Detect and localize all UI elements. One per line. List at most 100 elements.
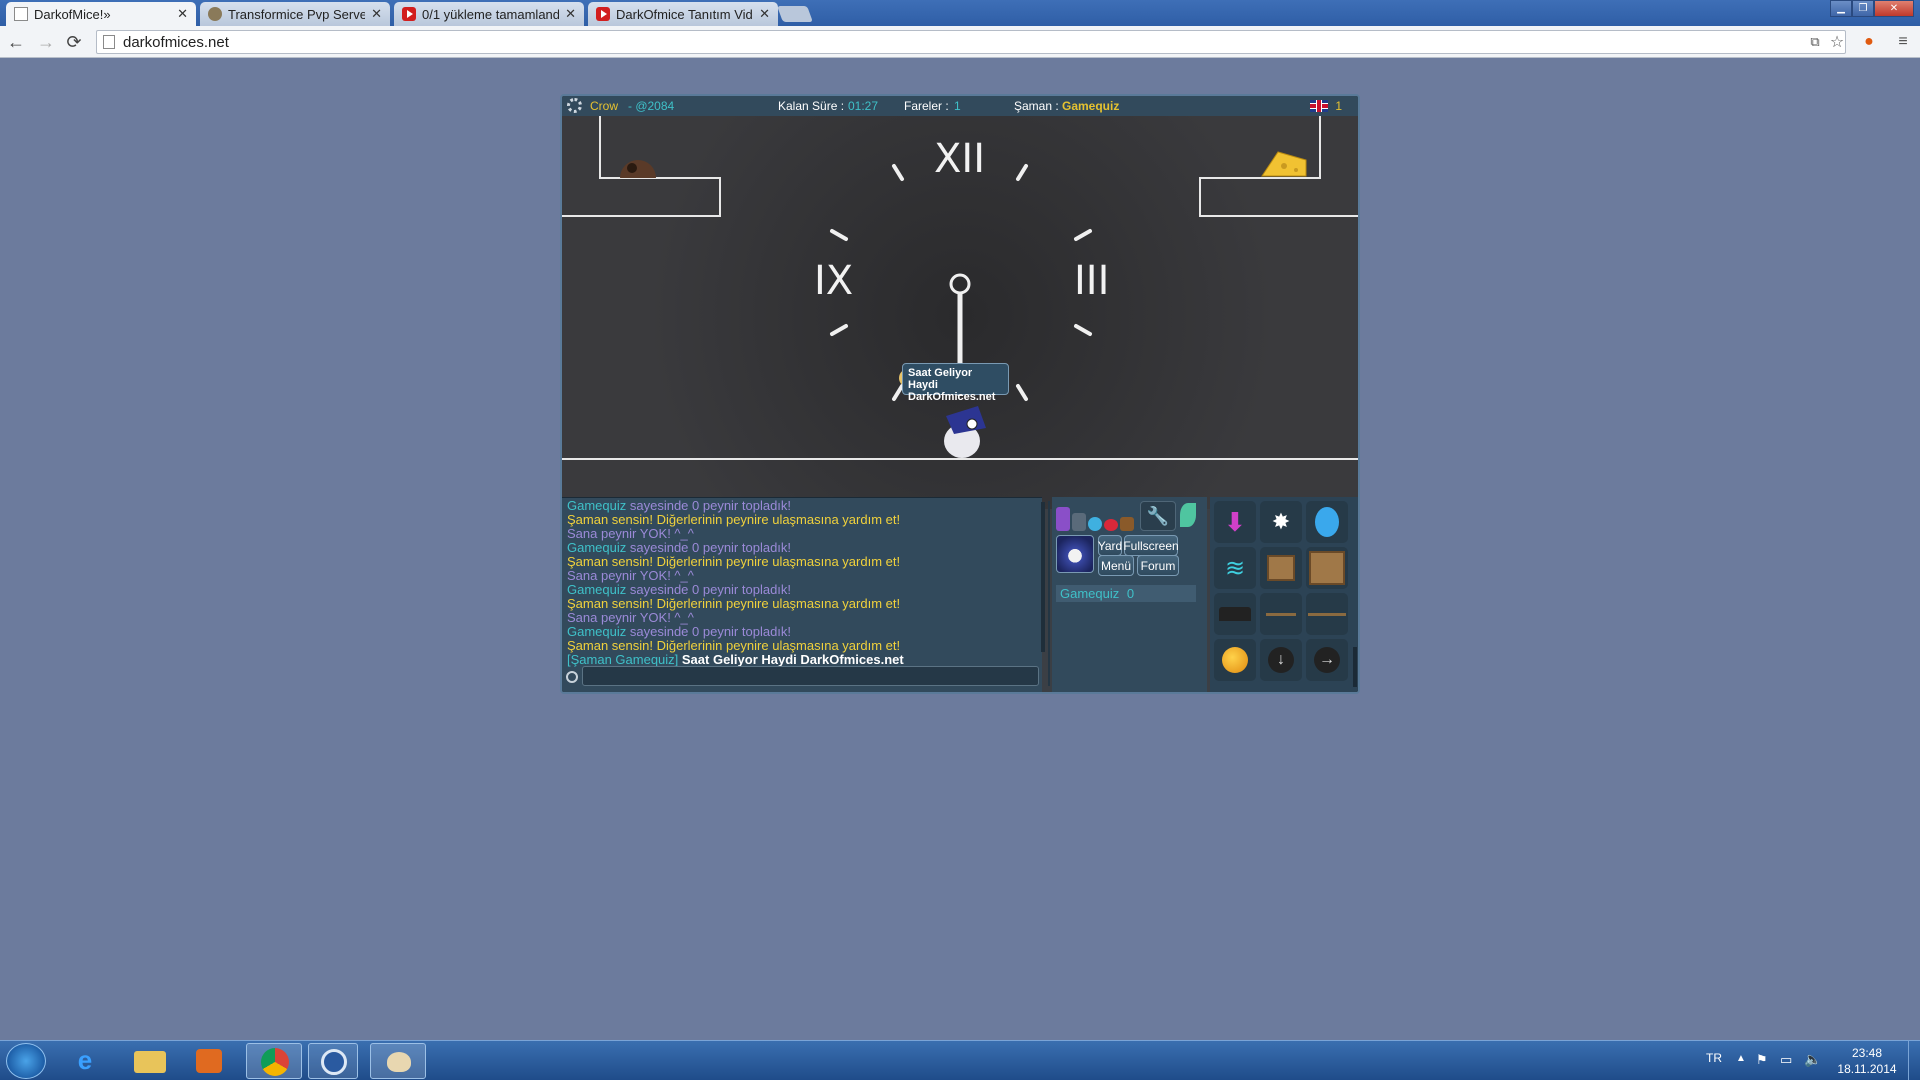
volume-tray-icon[interactable]: 🔈 xyxy=(1804,1051,1821,1068)
maximize-button[interactable]: ❐ xyxy=(1852,0,1874,17)
game-window[interactable]: Crow - @2084 Kalan Süre : 01:27 Fareler … xyxy=(560,94,1360,694)
help-button[interactable]: Yard xyxy=(1098,535,1122,556)
inventory-slot[interactable]: ⬇ xyxy=(1214,501,1256,543)
potion-icon[interactable] xyxy=(1056,507,1070,531)
start-button[interactable] xyxy=(6,1043,46,1079)
inventory-slot[interactable]: ✸ xyxy=(1260,501,1302,543)
clock-numeral-12: XII xyxy=(934,136,985,182)
browser-tab-strip: DarkofMice!» ✕ Transformice Pvp Serverla… xyxy=(0,0,1920,26)
chat-message-part: Sana peynir YOK! ^_^ xyxy=(567,611,694,625)
inventory-slot[interactable] xyxy=(1306,593,1348,635)
close-icon[interactable]: ✕ xyxy=(177,6,188,22)
tab-transformice[interactable]: Transformice Pvp Serverla ✕ xyxy=(200,2,390,26)
minimize-button[interactable]: ▁ xyxy=(1830,0,1852,17)
chat-message: [Şaman Gamequiz] Saat Geliyor Haydi Dark… xyxy=(567,653,1033,667)
page-icon xyxy=(14,7,28,21)
chat-input[interactable] xyxy=(582,666,1039,686)
translate-icon[interactable]: ⧉ xyxy=(1806,33,1824,51)
inventory-slot[interactable] xyxy=(1214,593,1256,635)
network-tray-icon[interactable]: ▭ xyxy=(1780,1052,1792,1068)
tab-youtube-upload[interactable]: 0/1 yükleme tamamlandı ✕ xyxy=(394,2,584,26)
wrench-icon[interactable]: 🔧 xyxy=(1140,501,1176,531)
tab-youtube-video[interactable]: DarkOfmice Tanıtım Video ✕ xyxy=(588,2,778,26)
tab-title: 0/1 yükleme tamamlandı xyxy=(422,6,560,22)
clock-numeral-3: III xyxy=(1074,258,1110,304)
inventory-slot[interactable] xyxy=(1260,593,1302,635)
inventory-slot[interactable] xyxy=(1306,501,1348,543)
chat-message-part: Gamequiz xyxy=(567,541,627,555)
chat-message-part: Sana peynir YOK! ^_^ xyxy=(567,527,694,541)
forum-button[interactable]: Forum xyxy=(1137,555,1179,576)
tab-darkofmice[interactable]: DarkofMice!» ✕ xyxy=(6,2,196,26)
close-icon[interactable]: ✕ xyxy=(759,6,770,22)
uk-flag-icon[interactable] xyxy=(1310,100,1328,112)
menu-button[interactable]: Menü xyxy=(1098,555,1134,576)
close-icon[interactable]: ✕ xyxy=(565,6,576,22)
clock-tick xyxy=(892,164,904,181)
gear-icon[interactable] xyxy=(567,98,582,113)
ie-icon[interactable]: e xyxy=(68,1045,102,1077)
clock-tick xyxy=(1074,229,1092,241)
clock-tick xyxy=(892,384,904,401)
inventory-slot[interactable] xyxy=(1260,547,1302,589)
player-list-item[interactable]: Gamequiz 0 xyxy=(1056,585,1196,602)
bottle-icon[interactable] xyxy=(1072,513,1086,531)
reload-button[interactable]: ⟳ xyxy=(64,32,84,52)
language-indicator[interactable]: TR xyxy=(1706,1051,1722,1065)
url-text: darkofmices.net xyxy=(123,33,229,51)
fullscreen-button[interactable]: Fullscreen xyxy=(1123,535,1179,556)
forward-button[interactable]: → xyxy=(36,32,56,52)
chat-message: Şaman sensin! Diğerlerinin peynire ulaşm… xyxy=(567,555,1033,569)
drop-icon[interactable] xyxy=(1088,517,1102,531)
close-window-button[interactable]: ✕ xyxy=(1874,0,1914,17)
mouse-hole-icon xyxy=(620,160,656,178)
inventory-scrollbar[interactable] xyxy=(1353,647,1357,687)
chest-icon[interactable] xyxy=(1120,517,1134,531)
inventory-slot[interactable] xyxy=(1306,547,1348,589)
extension-icon[interactable]: ● xyxy=(1860,33,1878,51)
inventory-slot[interactable] xyxy=(1214,639,1256,681)
close-icon[interactable]: ✕ xyxy=(371,6,382,22)
explorer-icon[interactable] xyxy=(134,1051,166,1073)
tray-expand-icon[interactable]: ▲ xyxy=(1736,1053,1746,1064)
chat-message-part: Gamequiz xyxy=(567,625,627,639)
show-desktop-button[interactable] xyxy=(1908,1041,1920,1080)
mice-value: 1 xyxy=(954,99,961,113)
chat-message-part: sayesinde 0 peynir topladık! xyxy=(626,625,792,639)
menu-icon[interactable]: ≡ xyxy=(1894,33,1912,51)
tab-title: DarkOfmice Tanıtım Video xyxy=(616,6,754,22)
chat-message: Şaman sensin! Diğerlerinin peynire ulaşm… xyxy=(567,597,1033,611)
star-icon[interactable]: ☆ xyxy=(1828,33,1846,51)
taskbar: e TR ▲ ⚑ ▭ 🔈 23:48 18.11.2014 xyxy=(0,1040,1920,1080)
chat-message: Gamequiz sayesinde 0 peynir topladık! xyxy=(567,583,1033,597)
clock-date: 18.11.2014 xyxy=(1837,1062,1897,1076)
chat-message-part: Saat Geliyor Haydi DarkOfmices.net xyxy=(681,653,904,667)
flag-tray-icon[interactable]: ⚑ xyxy=(1756,1052,1768,1068)
bubble-line: Saat Geliyor Haydi xyxy=(908,367,973,391)
chat-message: Sana peynir YOK! ^_^ xyxy=(567,569,1033,583)
chat-scrollbar[interactable] xyxy=(1041,502,1045,652)
page-icon xyxy=(103,35,115,49)
clock-numeral-9: IX xyxy=(814,258,854,304)
game-stage[interactable]: XII III IX Saat Geliyor Haydi DarkOfmice… xyxy=(562,116,1358,509)
cannon-right-icon: → xyxy=(1314,647,1340,673)
back-button[interactable]: ← xyxy=(6,32,26,52)
chat-message-part: [Şaman Gamequiz] xyxy=(567,653,682,667)
inventory-slot[interactable]: ≋ xyxy=(1214,547,1256,589)
chat-message-part: sayesinde 0 peynir topladık! xyxy=(626,541,792,555)
inventory-slot[interactable]: ↓ xyxy=(1260,639,1302,681)
new-tab-button[interactable] xyxy=(777,6,813,22)
chrome-icon[interactable] xyxy=(246,1043,302,1079)
avatar[interactable] xyxy=(1056,535,1094,573)
app-icon[interactable] xyxy=(308,1043,358,1079)
address-bar[interactable]: darkofmices.net xyxy=(96,30,1846,54)
transformice-icon xyxy=(208,7,222,21)
paint-icon[interactable] xyxy=(370,1043,426,1079)
inventory-slot[interactable]: → xyxy=(1306,639,1348,681)
tray-clock[interactable]: 23:48 18.11.2014 xyxy=(1832,1045,1902,1077)
chat-channel-icon[interactable] xyxy=(566,671,578,683)
heart-icon[interactable] xyxy=(1104,519,1118,531)
youtube-icon xyxy=(596,7,610,21)
leaf-icon[interactable] xyxy=(1180,503,1196,527)
media-player-icon[interactable] xyxy=(196,1049,222,1073)
